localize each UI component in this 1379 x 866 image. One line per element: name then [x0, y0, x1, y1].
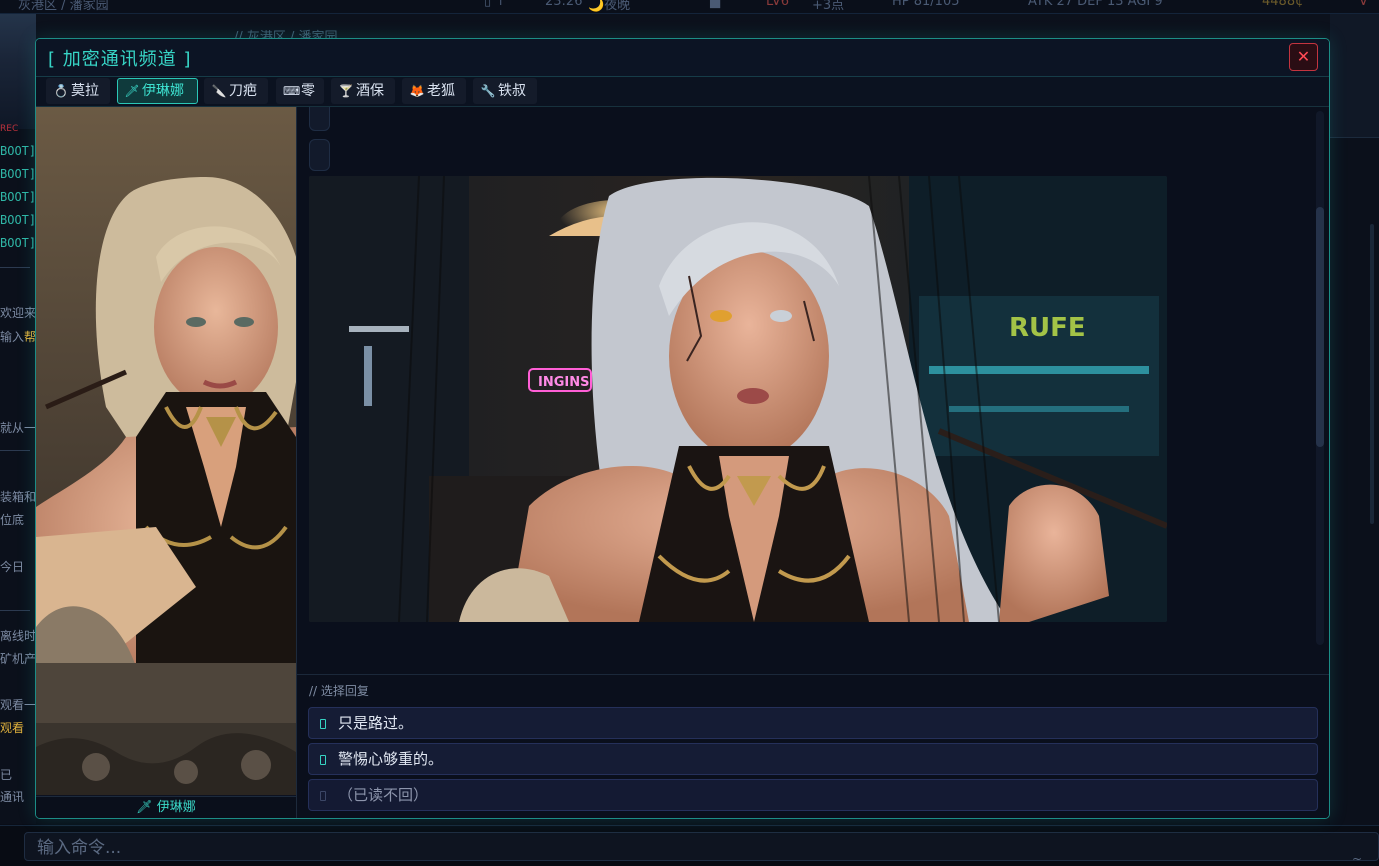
tab-label: 莫拉: [71, 83, 99, 99]
log-text: 输入: [0, 330, 24, 344]
corner-text: ~: [1352, 852, 1362, 866]
tab-mora[interactable]: 💍莫拉: [46, 78, 110, 104]
level-badge: LV6: [766, 0, 789, 9]
side-log-panel: REC BOOT] BOOT] BOOT] BOOT] BOOT] 欢迎来到 输…: [0, 14, 36, 824]
reply-options: // 选择回复 只是路过。 警惕心够重的。 （已读不回）: [297, 674, 1329, 819]
tab-zero[interactable]: ⌨零: [276, 78, 324, 104]
cocktail-icon: 🍸: [338, 79, 354, 103]
command-bar: ~: [0, 825, 1379, 860]
message-bubble: [309, 139, 330, 171]
log-line: BOOT]: [0, 144, 36, 158]
city-thumbnail: [0, 14, 36, 129]
right-panel: [1330, 14, 1379, 834]
log-text: 已: [0, 766, 12, 783]
tab-label: 零: [301, 83, 315, 99]
chat-image-illustration: RUFE INGINS: [309, 176, 1167, 622]
reply-text: （已读不回）: [338, 786, 428, 804]
command-input[interactable]: [24, 832, 1379, 861]
comms-label: 通讯: [0, 788, 24, 805]
signal-icon: ▯ ↑: [484, 0, 506, 9]
message-bubble: [309, 107, 330, 131]
status-bar: 灰港区 / 潘家园 ▯ ↑ 23:26 🌙夜晚 ▆ LV6 +3点 HP 81/…: [0, 0, 1379, 14]
scrollbar-thumb[interactable]: [1316, 207, 1324, 447]
log-text: 位底: [0, 511, 24, 528]
tab-label: 老狐: [427, 83, 455, 99]
tab-irina[interactable]: 🗡伊琳娜: [117, 78, 198, 104]
hp-text: HP 81/105: [892, 0, 959, 9]
ring-icon: 💍: [53, 79, 69, 103]
log-line: BOOT]: [0, 236, 36, 250]
version-text: V: [1359, 0, 1368, 9]
tab-label: 铁叔: [498, 83, 526, 99]
log-line: BOOT]: [0, 167, 36, 181]
period-text: 🌙夜晚: [588, 0, 630, 13]
log-text: 就从一旁: [0, 419, 36, 436]
scrollbar[interactable]: [1370, 224, 1374, 524]
rec-tag: REC: [0, 124, 18, 134]
reply-option[interactable]: 只是路过。: [308, 707, 1318, 739]
neon-sign-text: INGINS: [538, 375, 589, 390]
chat-history: RUFE INGINS: [297, 107, 1329, 674]
portrait-caption: 🗡 伊琳娜: [36, 796, 296, 818]
tab-label: 酒保: [356, 83, 384, 99]
reply-option[interactable]: 警惕心够重的。: [308, 743, 1318, 775]
dagger-icon: 🗡: [124, 79, 140, 103]
log-text: 离线时: [0, 627, 36, 644]
svg-text:RUFE: RUFE: [1009, 313, 1086, 343]
points-text: +3点: [812, 0, 844, 13]
tab-uncle-iron[interactable]: 🔧铁叔: [473, 78, 537, 104]
chat-scrollbar[interactable]: [1316, 111, 1324, 645]
divider: [0, 610, 30, 611]
divider: [0, 450, 30, 451]
reply-text: 警惕心够重的。: [338, 750, 443, 768]
chat-image[interactable]: RUFE INGINS: [309, 176, 1167, 622]
log-line: BOOT]: [0, 190, 36, 204]
dialog-title: [ 加密通讯频道 ]: [48, 45, 192, 71]
reply-text: 只是路过。: [338, 714, 413, 732]
fox-icon: 🦊: [409, 79, 425, 103]
clock-text: 23:26: [545, 0, 582, 9]
encrypted-comms-dialog: [ 加密通讯频道 ] ✕ 💍莫拉 🗡伊琳娜 🔪刀疤 ⌨零 🍸酒保 🦊老狐 🔧铁叔: [35, 38, 1330, 819]
knife-icon: 🔪: [211, 79, 227, 103]
tab-bartender[interactable]: 🍸酒保: [331, 78, 395, 104]
reply-marker-icon: [320, 719, 326, 729]
watch-link[interactable]: 观看: [0, 719, 24, 736]
tab-old-fox[interactable]: 🦊老狐: [402, 78, 466, 104]
contact-portrait-panel: 🗡 伊琳娜: [36, 107, 297, 819]
location-text: 灰港区 / 潘家园: [18, 0, 109, 13]
log-text: 矿机产: [0, 650, 36, 667]
reply-marker-icon: [320, 791, 326, 801]
log-line: BOOT]: [0, 213, 36, 227]
tab-scar[interactable]: 🔪刀疤: [204, 78, 268, 104]
contact-portrait: [36, 107, 296, 795]
device-icon: ▆: [710, 0, 720, 9]
reply-option-ignore[interactable]: （已读不回）: [308, 779, 1318, 811]
log-text: 装箱和: [0, 488, 36, 505]
divider: [0, 267, 30, 268]
tab-label: 伊琳娜: [142, 83, 184, 99]
dialog-header: [ 加密通讯频道 ] ✕: [36, 39, 1329, 77]
credits-text: 4488¢: [1262, 0, 1303, 9]
portrait-illustration: [36, 107, 296, 795]
reply-marker-icon: [320, 755, 326, 765]
log-text: 观看一: [0, 696, 36, 713]
stats-text: ATK 27 DEF 13 AGI 9: [1028, 0, 1163, 9]
log-text: 今日: [0, 558, 24, 575]
reply-heading: // 选择回复: [309, 682, 369, 699]
contact-tabs: 💍莫拉 🗡伊琳娜 🔪刀疤 ⌨零 🍸酒保 🦊老狐 🔧铁叔: [36, 77, 1329, 107]
close-button[interactable]: ✕: [1289, 43, 1318, 71]
right-card: [1330, 14, 1379, 138]
tab-label: 刀疤: [229, 83, 257, 99]
keyboard-icon: ⌨: [283, 79, 299, 103]
log-text: 欢迎来到: [0, 304, 36, 321]
wrench-icon: 🔧: [480, 79, 496, 103]
